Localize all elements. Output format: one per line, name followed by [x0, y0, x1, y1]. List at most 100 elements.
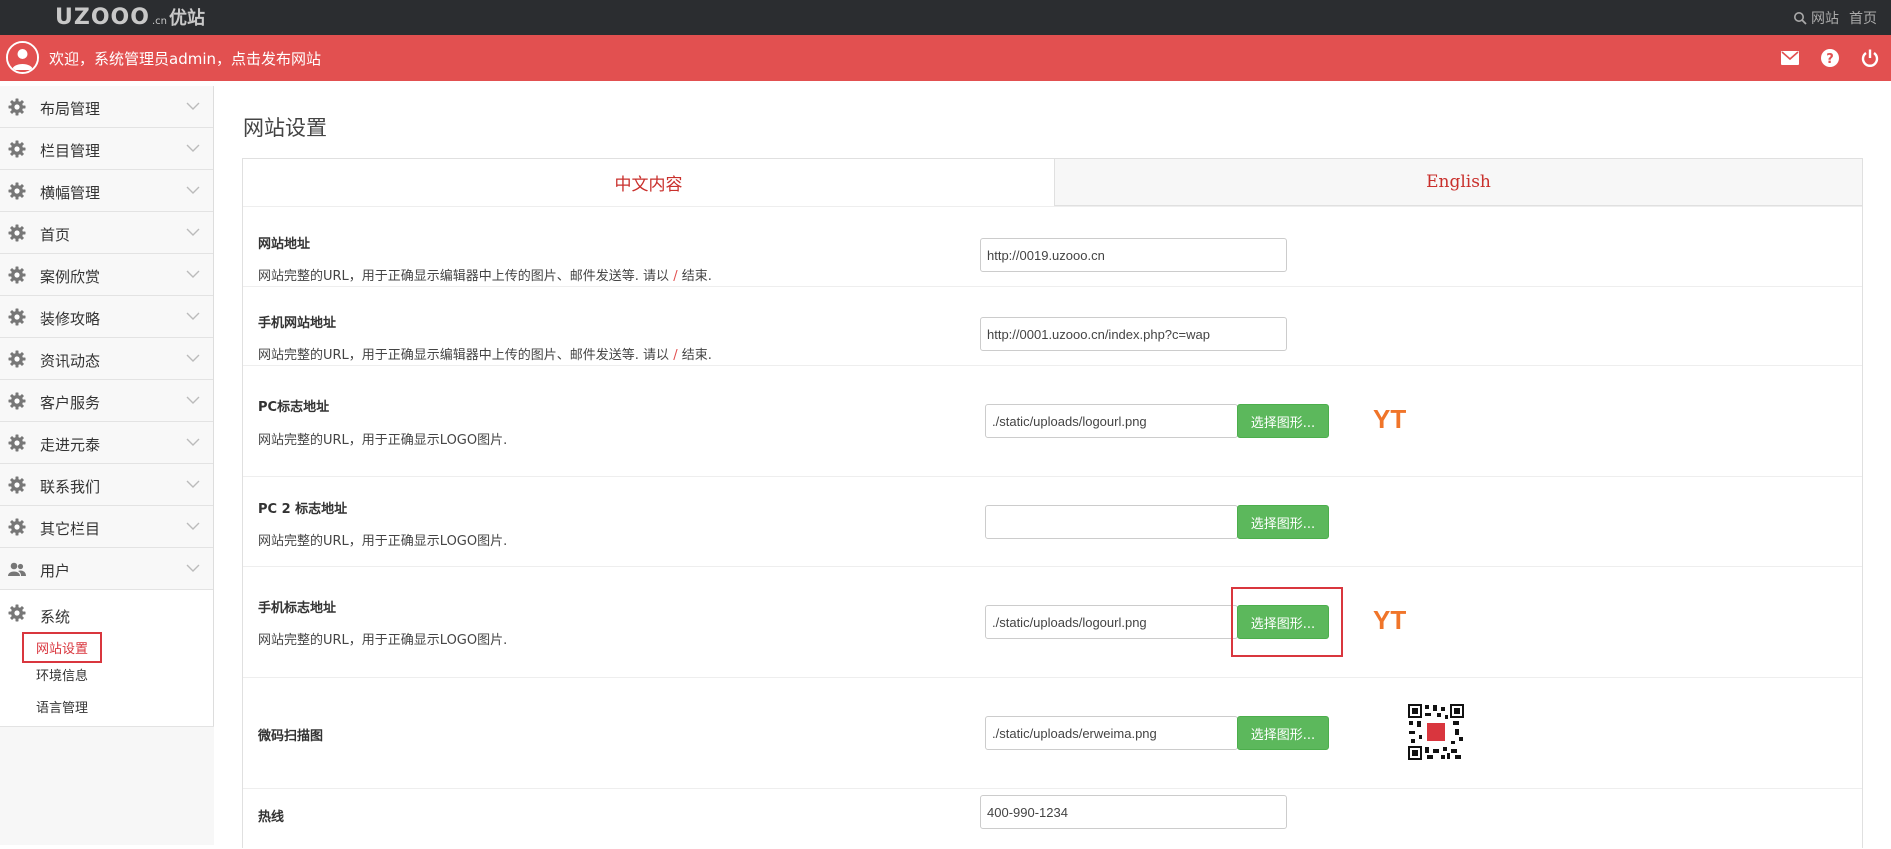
sidebar-item-label: 横幅管理 — [40, 184, 101, 202]
setting-row-mobile-logo: 手机标志地址 网站完整的URL，用于正确显示LOGO图片. ./static/u… — [243, 566, 1862, 677]
sidebar-item-label: 首页 — [40, 226, 71, 244]
setting-row-hotline: 热线 400-990-1234 — [243, 788, 1862, 849]
sidebar-item-1[interactable]: 栏目管理 — [0, 128, 213, 170]
sidebar-item-label: 客户服务 — [40, 394, 101, 412]
setting-label: PC标志地址 — [258, 400, 330, 415]
logout-button[interactable] — [1859, 47, 1881, 69]
logo-text: UZOOO — [55, 5, 150, 30]
sidebar-item-7[interactable]: 客户服务 — [0, 380, 213, 422]
setting-row-pc-logo: PC标志地址 网站完整的URL，用于正确显示LOGO图片. ./static/u… — [243, 365, 1862, 476]
setting-description: 网站完整的URL，用于正确显示编辑器中上传的图片、邮件发送等. 请以 / 结束. — [258, 269, 712, 284]
top-link-home[interactable]: 首页 — [1849, 8, 1877, 28]
sub-item-environment[interactable]: 环境信息 — [36, 665, 88, 684]
welcome-text[interactable]: 欢迎，系统管理员admin，点击发布网站 — [49, 48, 321, 69]
sidebar-empty-area — [0, 726, 214, 845]
setting-label: 手机网站地址 — [258, 316, 337, 331]
sidebar-item-label: 案例欣赏 — [40, 268, 101, 286]
pc2-logo-input[interactable] — [985, 505, 1238, 539]
page-title: 网站设置 — [243, 116, 327, 140]
gear-icon — [8, 182, 26, 200]
highlight-box — [1231, 587, 1343, 657]
sidebar-item-2[interactable]: 横幅管理 — [0, 170, 213, 212]
chevron-down-icon — [186, 396, 200, 404]
pc-logo-select-button[interactable]: 选择图形... — [1237, 404, 1329, 438]
top-link-site[interactable]: 网站 — [1811, 8, 1839, 28]
sidebar-menu: 布局管理栏目管理横幅管理首页案例欣赏装修攻略资讯动态客户服务走进元泰联系我们其它… — [0, 86, 213, 590]
setting-label: 微码扫描图 — [258, 729, 324, 744]
sidebar-item-0[interactable]: 布局管理 — [0, 86, 213, 128]
logo-preview-yt: YT — [1373, 404, 1407, 434]
mail-icon — [1781, 51, 1799, 65]
setting-description: 网站完整的URL，用于正确显示LOGO图片. — [258, 433, 508, 448]
qrcode-input[interactable]: ./static/uploads/erweima.png — [985, 716, 1238, 750]
sidebar-item-label: 联系我们 — [40, 478, 101, 496]
setting-row-mobile-url: 手机网站地址 网站完整的URL，用于正确显示编辑器中上传的图片、邮件发送等. 请… — [243, 286, 1862, 365]
mail-button[interactable] — [1779, 47, 1801, 69]
gear-icon — [8, 392, 26, 410]
gear-icon — [8, 518, 26, 536]
setting-label: 网站地址 — [258, 237, 311, 252]
sidebar-item-label: 栏目管理 — [40, 142, 101, 160]
gear-icon — [8, 434, 26, 452]
site-url-input[interactable]: http://0019.uzooo.cn — [980, 238, 1287, 272]
top-bar: UZOOO .cn 优站 网站 首页 — [0, 0, 1891, 35]
settings-panel: 中文内容 English 网站地址 网站完整的URL，用于正确显示编辑器中上传的… — [242, 158, 1863, 848]
welcome-bar: 欢迎，系统管理员admin，点击发布网站 ? — [0, 35, 1891, 81]
help-icon: ? — [1821, 49, 1839, 67]
language-tabs: 中文内容 English — [243, 159, 1862, 206]
qr-code-image — [1407, 703, 1465, 761]
setting-description: 网站完整的URL，用于正确显示编辑器中上传的图片、邮件发送等. 请以 / 结束. — [258, 348, 712, 363]
help-button[interactable]: ? — [1819, 47, 1841, 69]
users-icon — [8, 562, 26, 576]
chevron-down-icon — [186, 102, 200, 110]
logo-brand: 优站 — [168, 8, 205, 29]
chevron-down-icon — [186, 270, 200, 278]
pc2-logo-select-button[interactable]: 选择图形... — [1237, 505, 1329, 539]
gear-icon — [8, 224, 26, 242]
sidebar-item-8[interactable]: 走进元泰 — [0, 422, 213, 464]
gear-icon — [8, 476, 26, 494]
user-avatar-icon — [8, 43, 37, 72]
hotline-input[interactable]: 400-990-1234 — [980, 795, 1287, 829]
sub-item-language[interactable]: 语言管理 — [36, 697, 88, 716]
sidebar-item-4[interactable]: 案例欣赏 — [0, 254, 213, 296]
setting-row-qrcode: 微码扫描图 ./static/uploads/erweima.png 选择图形.… — [243, 677, 1862, 788]
qrcode-select-button[interactable]: 选择图形... — [1237, 716, 1329, 750]
gear-icon — [8, 350, 26, 368]
avatar[interactable] — [6, 41, 39, 74]
setting-row-pc2-logo: PC 2 标志地址 网站完整的URL，用于正确显示LOGO图片. 选择图形... — [243, 476, 1862, 566]
sidebar-item-label: 资讯动态 — [40, 352, 101, 370]
setting-label: PC 2 标志地址 — [258, 502, 348, 517]
sidebar-item-label: 布局管理 — [40, 100, 101, 118]
chevron-down-icon — [186, 564, 200, 572]
tab-chinese[interactable]: 中文内容 — [243, 159, 1055, 206]
chevron-down-icon — [186, 312, 200, 320]
chevron-down-icon — [186, 186, 200, 194]
setting-row-site-url: 网站地址 网站完整的URL，用于正确显示编辑器中上传的图片、邮件发送等. 请以 … — [243, 206, 1862, 286]
header-icons: ? — [1761, 47, 1881, 69]
sidebar-item-9[interactable]: 联系我们 — [0, 464, 213, 506]
chevron-down-icon — [186, 522, 200, 530]
setting-description: 网站完整的URL，用于正确显示LOGO图片. — [258, 633, 508, 648]
gear-icon — [8, 140, 26, 158]
sub-item-site-settings[interactable]: 网站设置 — [22, 632, 103, 663]
sidebar-item-6[interactable]: 资讯动态 — [0, 338, 213, 380]
pc-logo-input[interactable]: ./static/uploads/logourl.png — [985, 404, 1238, 438]
sidebar-item-3[interactable]: 首页 — [0, 212, 213, 254]
main-content: 网站设置 中文内容 English 网站地址 网站完整的URL，用于正确显示编辑… — [214, 86, 1891, 848]
gear-icon — [8, 604, 26, 622]
sidebar-item-label: 装修攻略 — [40, 310, 101, 328]
tab-english[interactable]: English — [1055, 159, 1862, 206]
sidebar-item-11[interactable]: 用户 — [0, 548, 213, 590]
sidebar-item-5[interactable]: 装修攻略 — [0, 296, 213, 338]
logo[interactable]: UZOOO .cn 优站 — [55, 4, 205, 31]
sidebar-item-label: 走进元泰 — [40, 436, 101, 454]
logo-domain: .cn — [151, 16, 167, 27]
setting-description: 网站完整的URL，用于正确显示LOGO图片. — [258, 534, 508, 549]
gear-icon — [8, 98, 26, 116]
top-links: 网站 首页 — [1793, 8, 1877, 28]
mobile-url-input[interactable]: http://0001.uzooo.cn/index.php?c=wap — [980, 317, 1287, 351]
sidebar-item-10[interactable]: 其它栏目 — [0, 506, 213, 548]
sidebar-item-system[interactable]: 系统 网站设置 环境信息 语言管理 — [0, 590, 213, 728]
mobile-logo-input[interactable]: ./static/uploads/logourl.png — [985, 605, 1238, 639]
